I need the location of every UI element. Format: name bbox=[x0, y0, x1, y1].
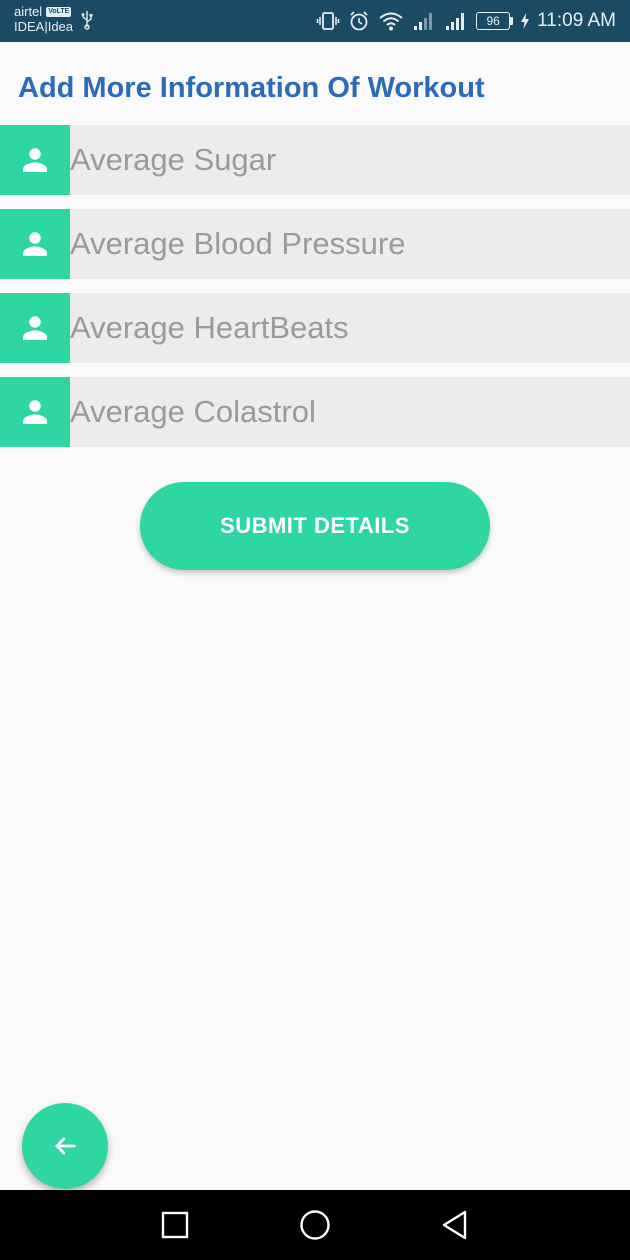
alarm-icon bbox=[350, 11, 368, 31]
field-icon-box bbox=[0, 377, 70, 447]
field-icon-box bbox=[0, 293, 70, 363]
average-colastrol-field bbox=[0, 377, 630, 447]
person-icon bbox=[23, 148, 47, 172]
person-icon bbox=[23, 400, 47, 424]
arrow-back-icon bbox=[55, 1137, 76, 1155]
navigation-bar bbox=[0, 1190, 630, 1260]
screen: airtel VoLTE IDEA|Idea 96 11:09 AM Add M… bbox=[0, 0, 630, 1260]
back-button[interactable] bbox=[420, 1190, 490, 1260]
wifi-icon bbox=[379, 12, 403, 31]
signal-1-icon bbox=[414, 13, 433, 30]
back-fab-button[interactable] bbox=[22, 1103, 108, 1189]
volte-badge: VoLTE bbox=[46, 6, 72, 17]
signal-2-icon bbox=[446, 13, 465, 30]
recents-button[interactable] bbox=[140, 1190, 210, 1260]
carrier-2-label: IDEA|Idea bbox=[14, 19, 74, 34]
triangle-back-icon bbox=[442, 1210, 467, 1240]
home-button[interactable] bbox=[280, 1190, 350, 1260]
page-title: Add More Information Of Workout bbox=[18, 72, 485, 104]
clock: 11:09 AM bbox=[537, 10, 616, 31]
usb-icon bbox=[81, 11, 93, 30]
battery-level: 96 bbox=[476, 12, 511, 30]
field-icon-box bbox=[0, 209, 70, 279]
average-blood-pressure-field bbox=[0, 209, 630, 279]
circle-icon bbox=[300, 1210, 330, 1240]
submit-details-button[interactable]: SUBMIT DETAILS bbox=[140, 482, 490, 570]
person-icon bbox=[23, 316, 47, 340]
average-sugar-field bbox=[0, 125, 630, 195]
person-icon bbox=[23, 232, 47, 256]
status-bar: airtel VoLTE IDEA|Idea 96 11:09 AM bbox=[0, 0, 630, 42]
battery-icon: 96 bbox=[476, 12, 514, 30]
average-sugar-input[interactable] bbox=[70, 125, 630, 195]
field-icon-box bbox=[0, 125, 70, 195]
vibrate-icon bbox=[316, 12, 340, 30]
average-heartbeats-field bbox=[0, 293, 630, 363]
charging-icon bbox=[521, 13, 530, 29]
average-blood-pressure-input[interactable] bbox=[70, 209, 630, 279]
status-icons: 96 11:09 AM bbox=[316, 0, 616, 42]
carrier-info: airtel VoLTE IDEA|Idea bbox=[14, 4, 73, 34]
average-heartbeats-input[interactable] bbox=[70, 293, 630, 363]
average-colastrol-input[interactable] bbox=[70, 377, 630, 447]
carrier-1-label: airtel bbox=[14, 4, 43, 19]
square-icon bbox=[161, 1211, 189, 1239]
